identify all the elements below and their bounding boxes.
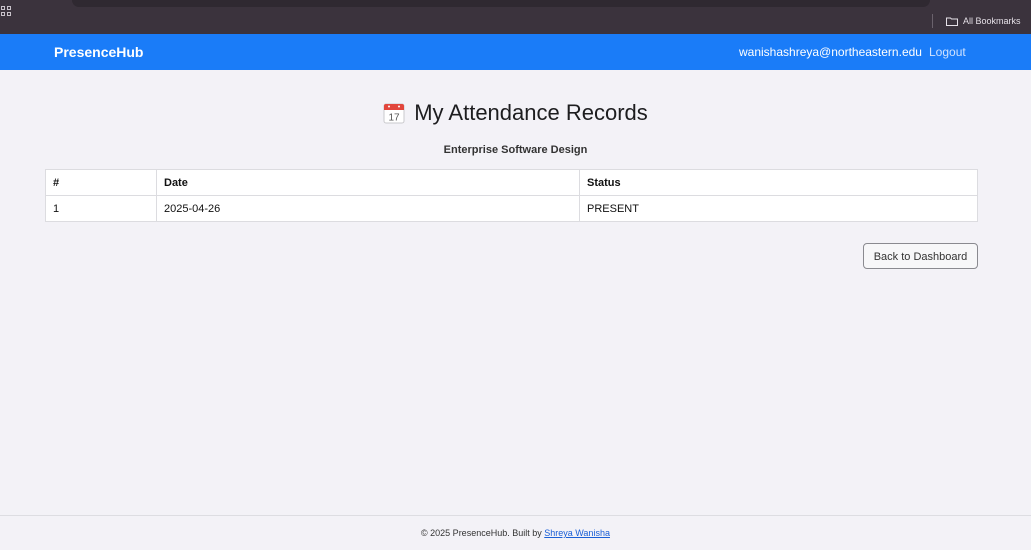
top-navbar: PresenceHub wanishashreya@northeastern.e… [0,34,1031,70]
logout-link[interactable]: Logout [929,34,966,70]
back-to-dashboard-button[interactable]: Back to Dashboard [863,243,978,269]
author-link[interactable]: Shreya Wanisha [544,528,610,538]
apps-grid-icon[interactable] [1,6,11,16]
cell-number: 1 [45,195,157,222]
table-row: 1 2025-04-26 PRESENT [45,195,978,222]
folder-icon [946,17,958,26]
column-header-date: Date [156,169,580,196]
all-bookmarks-label: All Bookmarks [963,16,1021,26]
column-header-status: Status [579,169,978,196]
footer-text: © 2025 PresenceHub. Built by [421,528,542,538]
browser-toolbar: All Bookmarks [0,0,1031,34]
svg-text:17: 17 [389,113,401,124]
footer: © 2025 PresenceHub. Built by Shreya Wani… [0,515,1031,550]
all-bookmarks-button[interactable]: All Bookmarks [946,14,1021,28]
page-title: 17 My Attendance Records [0,100,1031,126]
cell-date: 2025-04-26 [156,195,580,222]
toolbar-divider [932,14,933,28]
table-header-row: # Date Status [45,169,978,196]
browser-tab-strip [72,0,930,7]
calendar-icon: 17 [383,103,405,124]
user-email: wanishashreya@northeastern.edu [739,45,922,59]
column-header-number: # [45,169,157,196]
brand-logo[interactable]: PresenceHub [54,34,143,70]
attendance-table: # Date Status 1 2025-04-26 PRESENT [45,169,978,222]
course-name: Enterprise Software Design [443,144,588,156]
cell-status: PRESENT [579,195,978,222]
page-title-text: My Attendance Records [414,100,648,125]
